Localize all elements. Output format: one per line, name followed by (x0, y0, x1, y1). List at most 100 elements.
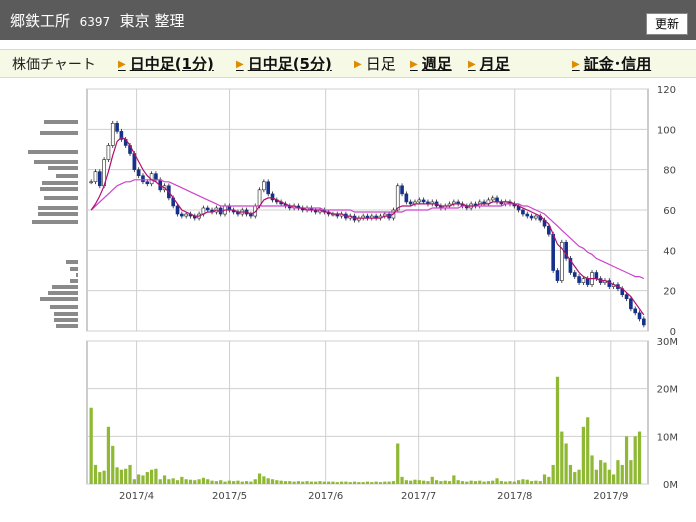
candle-body (572, 272, 577, 277)
volume-bar (560, 431, 564, 484)
volume-bar (322, 481, 326, 484)
volume-bar (167, 479, 171, 484)
volume-bar (378, 482, 383, 484)
volume-bar (430, 476, 434, 484)
volume-bar (370, 482, 374, 484)
volume-bar (154, 468, 158, 484)
volume-bar (171, 478, 175, 484)
volume-bar (197, 479, 201, 484)
volume-bar (266, 478, 270, 484)
candle-body (404, 193, 409, 203)
candle-body (205, 207, 210, 211)
volume-bar (339, 481, 344, 484)
volume-bar (456, 480, 460, 484)
price-volume-bar (34, 160, 78, 164)
price-volume-bar (48, 291, 78, 295)
price-tick-label: 80 (663, 166, 676, 177)
volume-bar (249, 481, 253, 484)
volume-bar (413, 479, 417, 484)
candle-body (585, 278, 590, 285)
volume-bar (219, 480, 223, 484)
volume-bar (111, 445, 115, 484)
volume-bar (447, 481, 452, 484)
volume-bar (443, 480, 447, 484)
volume-bar (158, 479, 162, 484)
price-volume-bar (28, 150, 78, 154)
candle-body (400, 185, 404, 195)
volume-bar (387, 481, 391, 484)
volume-bar (175, 480, 180, 484)
candle-body (106, 145, 111, 160)
volume-bar (512, 481, 516, 484)
price-tick-label: 120 (657, 85, 676, 96)
volume-bar (611, 474, 616, 484)
volume-bar (236, 480, 240, 484)
volume-bar (426, 481, 430, 484)
volume-bar (521, 479, 525, 484)
candle-body (175, 205, 180, 215)
price-volume-bar (44, 196, 78, 200)
volume-bar (244, 481, 249, 484)
volume-bar (633, 436, 637, 484)
volume-bar (180, 476, 184, 484)
price-volume-bar (40, 297, 78, 301)
volume-bar (564, 443, 568, 484)
volume-bar (508, 481, 512, 484)
volume-bar (270, 479, 275, 484)
volume-bar (517, 480, 521, 484)
candle-body (642, 318, 646, 326)
candle-body (115, 122, 119, 132)
price-volume-bar (42, 181, 78, 185)
volume-bar (344, 481, 348, 484)
price-tick-label: 20 (663, 287, 676, 298)
volume-bar (327, 481, 331, 484)
volume-bar (491, 480, 495, 484)
price-volume-bar (66, 260, 78, 264)
volume-bar (314, 481, 318, 484)
candle-body (525, 213, 530, 217)
volume-bar (478, 480, 482, 484)
volume-bar (184, 479, 188, 484)
volume-bar (193, 480, 197, 484)
price-volume-bar (54, 312, 78, 316)
volume-bar (538, 481, 542, 484)
x-tick-label: 2017/9 (593, 491, 628, 502)
volume-bar (232, 481, 236, 484)
candle-body (594, 272, 599, 279)
price-volume-bar (32, 220, 78, 224)
volume-bar (119, 469, 124, 484)
volume-bar (409, 480, 413, 484)
candle-body (408, 201, 413, 205)
volume-bar (201, 477, 206, 484)
volume-bar (586, 417, 590, 484)
volume-panel (86, 340, 649, 485)
volume-bar (499, 481, 503, 484)
volume-bar (599, 460, 603, 484)
price-volume-bar (50, 305, 78, 309)
volume-bar (240, 481, 244, 484)
candle-body (266, 181, 271, 195)
volume-bar (637, 431, 642, 484)
candle-body (529, 215, 534, 219)
volume-tick-label: 10M (657, 432, 678, 443)
candle-body (110, 122, 115, 146)
candle-body (490, 197, 495, 201)
volume-tick-label: 0M (663, 480, 678, 491)
volume-bar (542, 474, 547, 484)
volume-bar (547, 476, 551, 484)
volume-bar (115, 467, 119, 484)
volume-bar (383, 481, 387, 484)
candle-body (154, 173, 158, 181)
price-volume-bar (48, 166, 78, 170)
candle-body (551, 233, 555, 271)
volume-bar (162, 475, 167, 484)
volume-bar (590, 455, 594, 484)
volume-bar (607, 469, 611, 484)
price-tick-label: 40 (663, 246, 676, 257)
volume-bar (262, 476, 266, 484)
candle-body (180, 213, 184, 217)
volume-bar (620, 464, 624, 484)
price-volume-bar (52, 285, 78, 289)
volume-bar (603, 462, 607, 484)
candle-body (637, 312, 642, 320)
